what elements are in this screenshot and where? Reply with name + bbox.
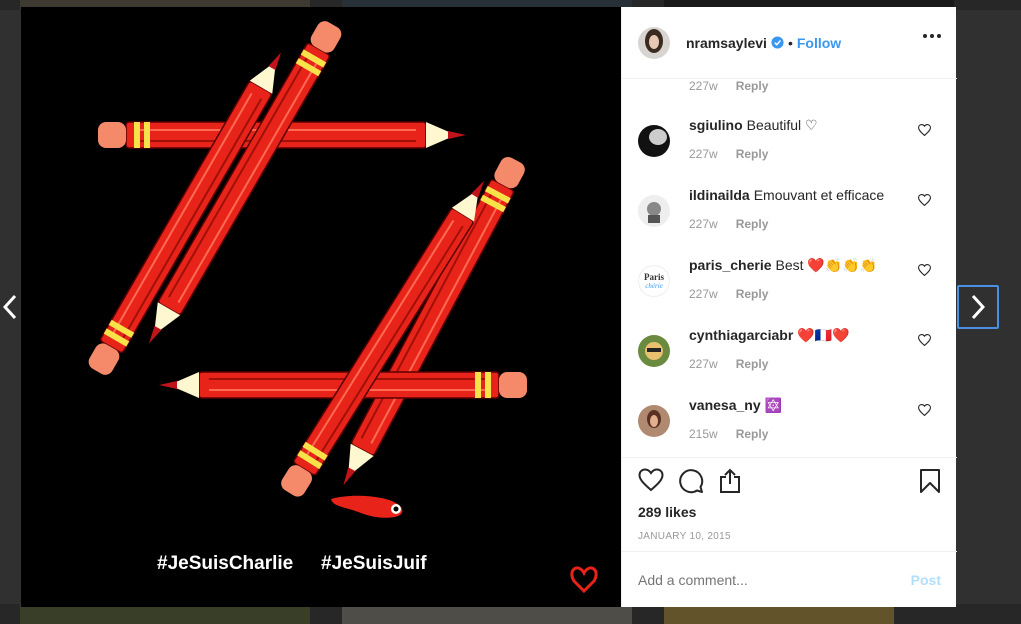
post-modal: #JeSuisCharlie #JeSuisJuif nramsaylevi •… <box>21 7 957 607</box>
comment-time[interactable]: 215w <box>689 427 718 441</box>
chevron-right-icon <box>971 294 985 320</box>
avatar[interactable] <box>638 335 670 367</box>
post-comment-button[interactable]: Post <box>911 572 941 588</box>
comment-text: Emouvant et efficace <box>753 187 885 203</box>
reply-button[interactable]: Reply <box>736 427 769 441</box>
avatar[interactable] <box>638 405 670 437</box>
reply-button[interactable]: Reply <box>736 357 769 371</box>
reply-button[interactable]: Reply <box>736 287 769 301</box>
avatar[interactable] <box>638 26 670 59</box>
add-comment-section: Post <box>622 551 957 607</box>
reply-button[interactable]: Reply <box>736 147 769 161</box>
more-options-icon[interactable] <box>923 34 941 38</box>
post-date[interactable]: JANUARY 10, 2015 <box>638 531 731 542</box>
star-of-david-pencils-illustration <box>84 17 598 594</box>
comment-text: Beautiful ♡ <box>746 117 818 133</box>
comment-username[interactable]: vanesa_ny <box>689 397 761 413</box>
heart-icon[interactable] <box>917 123 932 141</box>
list-item: vanesa_ny 🔯 215w Reply <box>622 397 957 457</box>
chevron-left-icon <box>3 294 17 320</box>
comment-time[interactable]: 227w <box>689 79 718 93</box>
reply-button[interactable]: Reply <box>736 79 769 93</box>
heart-icon[interactable] <box>917 333 932 351</box>
comment-username[interactable]: cynthiagarciabr <box>689 327 793 343</box>
comment-text: ❤️🇫🇷❤️ <box>797 327 850 343</box>
heart-icon[interactable] <box>917 403 932 421</box>
avatar[interactable] <box>638 125 670 157</box>
verified-icon <box>771 36 784 49</box>
avatar-logo-text: Paris <box>644 271 664 282</box>
heart-icon[interactable] <box>917 193 932 211</box>
heart-icon[interactable] <box>638 468 664 497</box>
follow-button[interactable]: Follow <box>797 35 841 51</box>
comment-username[interactable]: sgiulino <box>689 117 743 133</box>
comment-username[interactable]: paris_cherie <box>689 257 772 273</box>
likes-count[interactable]: 289 likes <box>638 504 696 520</box>
comment-time[interactable]: 227w <box>689 287 718 301</box>
comment-input[interactable] <box>638 572 878 588</box>
next-post-button[interactable] <box>957 285 999 329</box>
share-icon[interactable] <box>718 468 742 499</box>
comment-time[interactable]: 227w <box>689 357 718 371</box>
list-item: Paris chérie paris_cherie Best ❤️👏👏👏 227w… <box>622 257 957 327</box>
list-item: ildinailda Emouvant et efficace 227w Reply <box>622 187 957 257</box>
post-image[interactable]: #JeSuisCharlie #JeSuisJuif <box>21 7 621 607</box>
post-actions: 289 likes JANUARY 10, 2015 <box>622 457 957 558</box>
comments-list[interactable]: 227w Reply sgiulino Beautiful ♡ 227w Reply … <box>622 79 957 457</box>
comment-time[interactable]: 227w <box>689 217 718 231</box>
post-side-panel: nramsaylevi • Follow 227w Reply sgiulino B… <box>621 7 957 607</box>
comment-time[interactable]: 227w <box>689 147 718 161</box>
list-item: sgiulino Beautiful ♡ 227w Reply <box>622 117 957 187</box>
avatar[interactable] <box>638 195 670 227</box>
separator-dot: • <box>787 34 793 51</box>
reply-button[interactable]: Reply <box>736 217 769 231</box>
post-header: nramsaylevi • Follow <box>622 7 957 79</box>
comment-text: 🔯 <box>764 397 783 413</box>
post-author-username[interactable]: nramsaylevi <box>686 35 767 51</box>
list-item: cynthiagarciabr ❤️🇫🇷❤️ 227w Reply <box>622 327 957 397</box>
comment-text: Best ❤️👏👏👏 <box>775 257 878 273</box>
avatar-logo-subtext: chérie <box>645 281 663 290</box>
hashtag-caption-1: #JeSuisCharlie <box>157 553 294 574</box>
hashtag-caption-2: #JeSuisJuif <box>321 553 427 574</box>
comment-icon[interactable] <box>678 468 704 499</box>
comment-username[interactable]: ildinailda <box>689 187 750 203</box>
bookmark-icon[interactable] <box>919 468 941 499</box>
avatar[interactable]: Paris chérie <box>638 265 670 297</box>
heart-icon[interactable] <box>917 263 932 281</box>
